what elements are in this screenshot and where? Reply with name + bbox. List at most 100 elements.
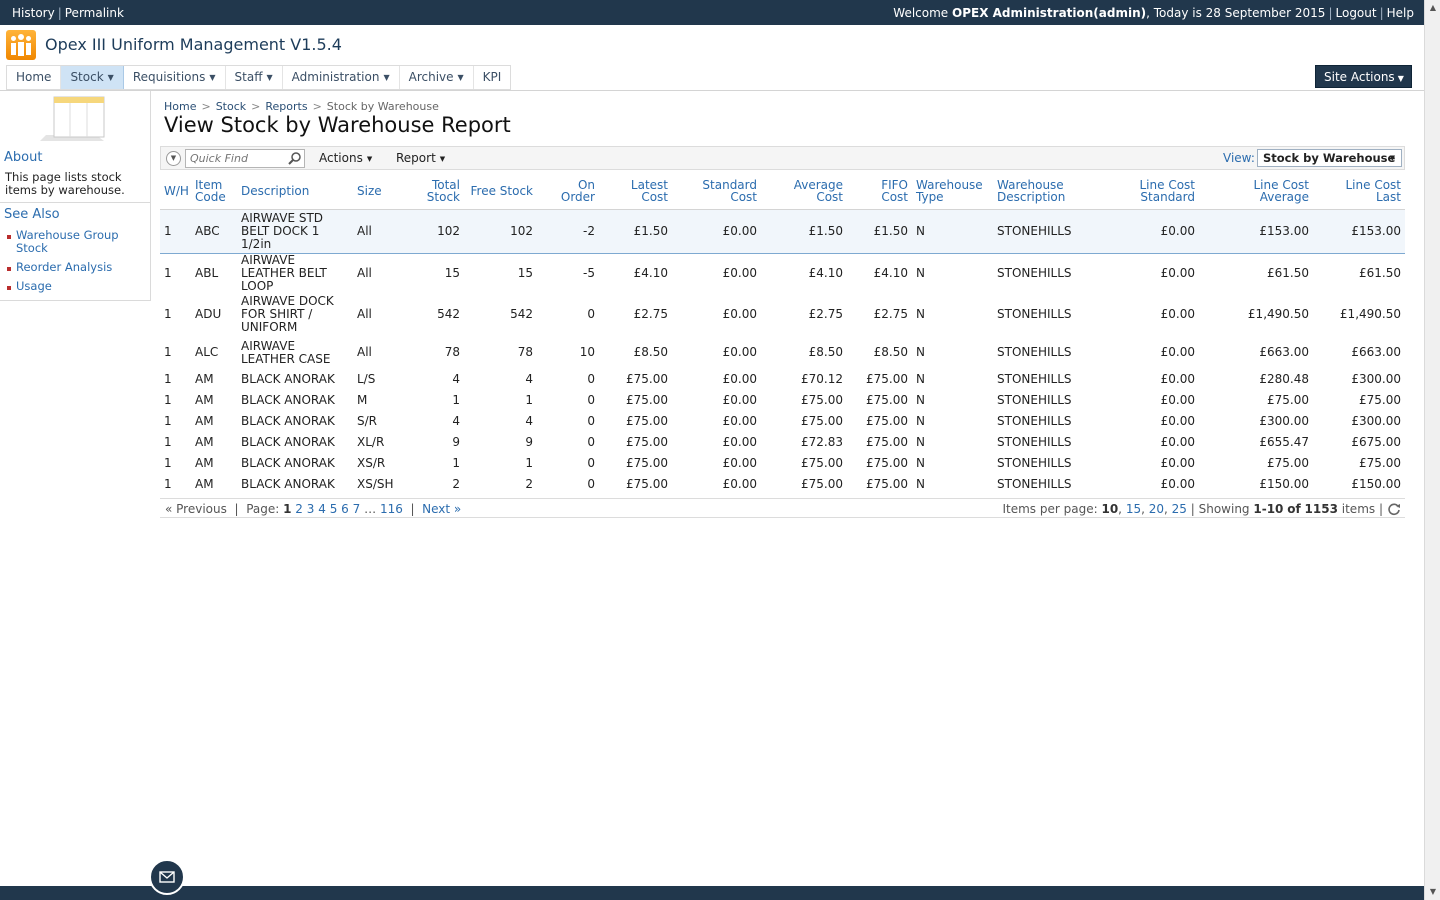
per-page-15[interactable]: 15 [1126,502,1141,516]
breadcrumb-home[interactable]: Home [164,100,196,113]
table-cell: £2.75 [873,307,908,321]
column-header-free-stock[interactable]: Free Stock [464,173,537,210]
nav-staff[interactable]: Staff ▼ [226,66,283,89]
table-cell: £0.00 [722,345,757,359]
report-menu[interactable]: Report ▼ [396,151,445,165]
see-also-link-reorder-analysis[interactable]: Reorder Analysis [16,261,144,274]
nav-requisitions[interactable]: Requisitions ▼ [124,66,226,89]
column-header-line-cost-average[interactable]: Line Cost Average [1199,173,1313,210]
actions-menu[interactable]: Actions ▼ [319,151,372,165]
nav-home[interactable]: Home [7,66,62,89]
table-cell: 1 [452,392,460,407]
history-link[interactable]: History [12,6,55,20]
table-cell: ABL [195,265,219,280]
scroll-up-icon[interactable]: ▲ [1425,0,1440,16]
column-header-on-order[interactable]: On Order [537,173,599,210]
table-row[interactable]: 1 AM BLACK ANORAK S/R 4 4 0 £75.00 £0.00 £75.00 £7… [160,411,1405,432]
table-row[interactable]: 1 AM BLACK ANORAK M 1 1 0 £75.00 £0.00 £75.00 £75.… [160,390,1405,411]
nav-archive[interactable]: Archive ▼ [400,66,474,89]
page-link-2[interactable]: 2 [295,502,303,516]
column-header-w-h[interactable]: W/H [160,173,191,210]
table-cell: L/S [357,371,376,386]
help-link[interactable]: Help [1387,6,1414,20]
table-cell: £675.00 [1351,434,1401,449]
chevron-down-circle-icon[interactable]: ▼ [166,151,181,166]
column-header-warehouse-type[interactable]: Warehouse Type [912,173,993,210]
table-cell: All [353,208,397,254]
table-cell: -5 [583,265,595,280]
table-cell: £663.00 [1259,345,1309,359]
vertical-scrollbar[interactable]: ▲ ▼ [1424,0,1440,900]
table-cell: S/R [357,413,377,428]
column-header-average-cost[interactable]: Average Cost [761,173,847,210]
table-row[interactable]: 1 ALC AIRWAVE LEATHER CASE All 78 78 10 £8.50 £0… [160,337,1405,369]
report-page-icon [40,96,105,141]
page-link-4[interactable]: 4 [318,502,326,516]
table-cell: XS/SH [357,476,394,491]
permalink-link[interactable]: Permalink [65,6,124,20]
caret-down-icon: ▼ [209,73,216,82]
envelope-icon[interactable] [149,859,185,895]
see-also-link-warehouse-group-stock[interactable]: Warehouse Group Stock [16,229,144,255]
table-row[interactable]: 1 AM BLACK ANORAK XS/SH 2 2 0 £75.00 £0.00 £75.00… [160,474,1405,495]
table-row[interactable]: 1 ABL AIRWAVE LEATHER BELT LOOP All 15 15 -5 £4… [160,253,1405,293]
per-page-20[interactable]: 20 [1149,502,1164,516]
table-row[interactable]: 1 AM BLACK ANORAK L/S 4 4 0 £75.00 £0.00 £70.12 £7… [160,369,1405,390]
table-row[interactable]: 1 AM BLACK ANORAK XS/R 1 1 0 £75.00 £0.00 £75.00 £… [160,453,1405,474]
table-cell: £0.00 [722,392,757,407]
column-header-item-code[interactable]: Item Code [191,173,237,210]
column-header-line-cost-standard[interactable]: Line Cost Standard [1086,173,1199,210]
people-logo-icon[interactable] [6,30,36,60]
table-cell: £75.00 [866,476,908,491]
nav-stock[interactable]: Stock ▼ [61,66,124,89]
table-row[interactable]: 1 ABC AIRWAVE STD BELT DOCK 1 1/2in All 102 1… [160,208,1405,254]
view-select[interactable]: Stock by Warehouse ▼ [1257,149,1402,167]
table-cell: £663.00 [1351,345,1401,359]
caret-down-icon: ▼ [1389,154,1395,162]
nav-administration[interactable]: Administration ▼ [283,66,400,89]
table-cell: £0.00 [1160,371,1195,386]
column-header-total-stock[interactable]: Total Stock [397,173,464,210]
envelope-glyph-icon [159,871,175,883]
table-cell: AIRWAVE LEATHER CASE [241,338,331,366]
column-header-standard-cost[interactable]: Standard Cost [672,173,761,210]
site-actions-button[interactable]: Site Actions ▼ [1315,65,1412,88]
column-header-description[interactable]: Description [237,173,353,210]
table-cell: £153.00 [1313,208,1405,254]
table-row[interactable]: 1 ADU AIRWAVE DOCK FOR SHIRT / UNIFORM All 5… [160,293,1405,337]
table-cell: £75.00 [1359,455,1401,470]
table-row[interactable]: 1 AM BLACK ANORAK XL/R 9 9 0 £75.00 £0.00 £72.83 £… [160,432,1405,453]
column-header-fifo-cost[interactable]: FIFO Cost [847,173,912,210]
page-link-last[interactable]: 116 [380,502,403,516]
column-header-line-cost-last[interactable]: Line Cost Last [1313,173,1405,210]
refresh-icon[interactable] [1387,502,1401,516]
items-per-page-label: Items per page: [1002,502,1098,516]
nav-bar: Home Stock ▼ Requisitions ▼ Staff ▼ Adminis… [0,63,1424,91]
actions-menu-label: Actions [319,151,363,165]
scroll-down-icon[interactable]: ▼ [1425,884,1440,900]
per-page-25[interactable]: 25 [1172,502,1187,516]
site-actions-label: Site Actions [1324,70,1395,84]
table-cell: £75.00 [866,371,908,386]
table-cell: 15 [517,265,533,280]
page-link-7[interactable]: 7 [353,502,361,516]
table-cell: 1 [164,434,172,449]
table-cell: £75.00 [626,434,668,449]
page-link-3[interactable]: 3 [307,502,315,516]
column-header-warehouse-description[interactable]: Warehouse Description [993,173,1086,210]
nav-kpi[interactable]: KPI [474,66,511,89]
table-cell: XS/R [357,455,386,470]
column-header-size[interactable]: Size [353,173,397,210]
page-link-6[interactable]: 6 [341,502,349,516]
page-link-5[interactable]: 5 [330,502,338,516]
next-link[interactable]: Next » [422,502,461,516]
table-cell: 0 [587,434,595,449]
breadcrumb-stock[interactable]: Stock [216,100,246,113]
logout-link[interactable]: Logout [1336,6,1377,20]
previous-link[interactable]: « Previous [165,502,227,516]
breadcrumb-reports[interactable]: Reports [265,100,307,113]
quick-find-input[interactable] [185,149,305,168]
column-header-latest-cost[interactable]: Latest Cost [599,173,672,210]
see-also-link-usage[interactable]: Usage [16,280,144,293]
search-icon[interactable] [288,152,301,165]
